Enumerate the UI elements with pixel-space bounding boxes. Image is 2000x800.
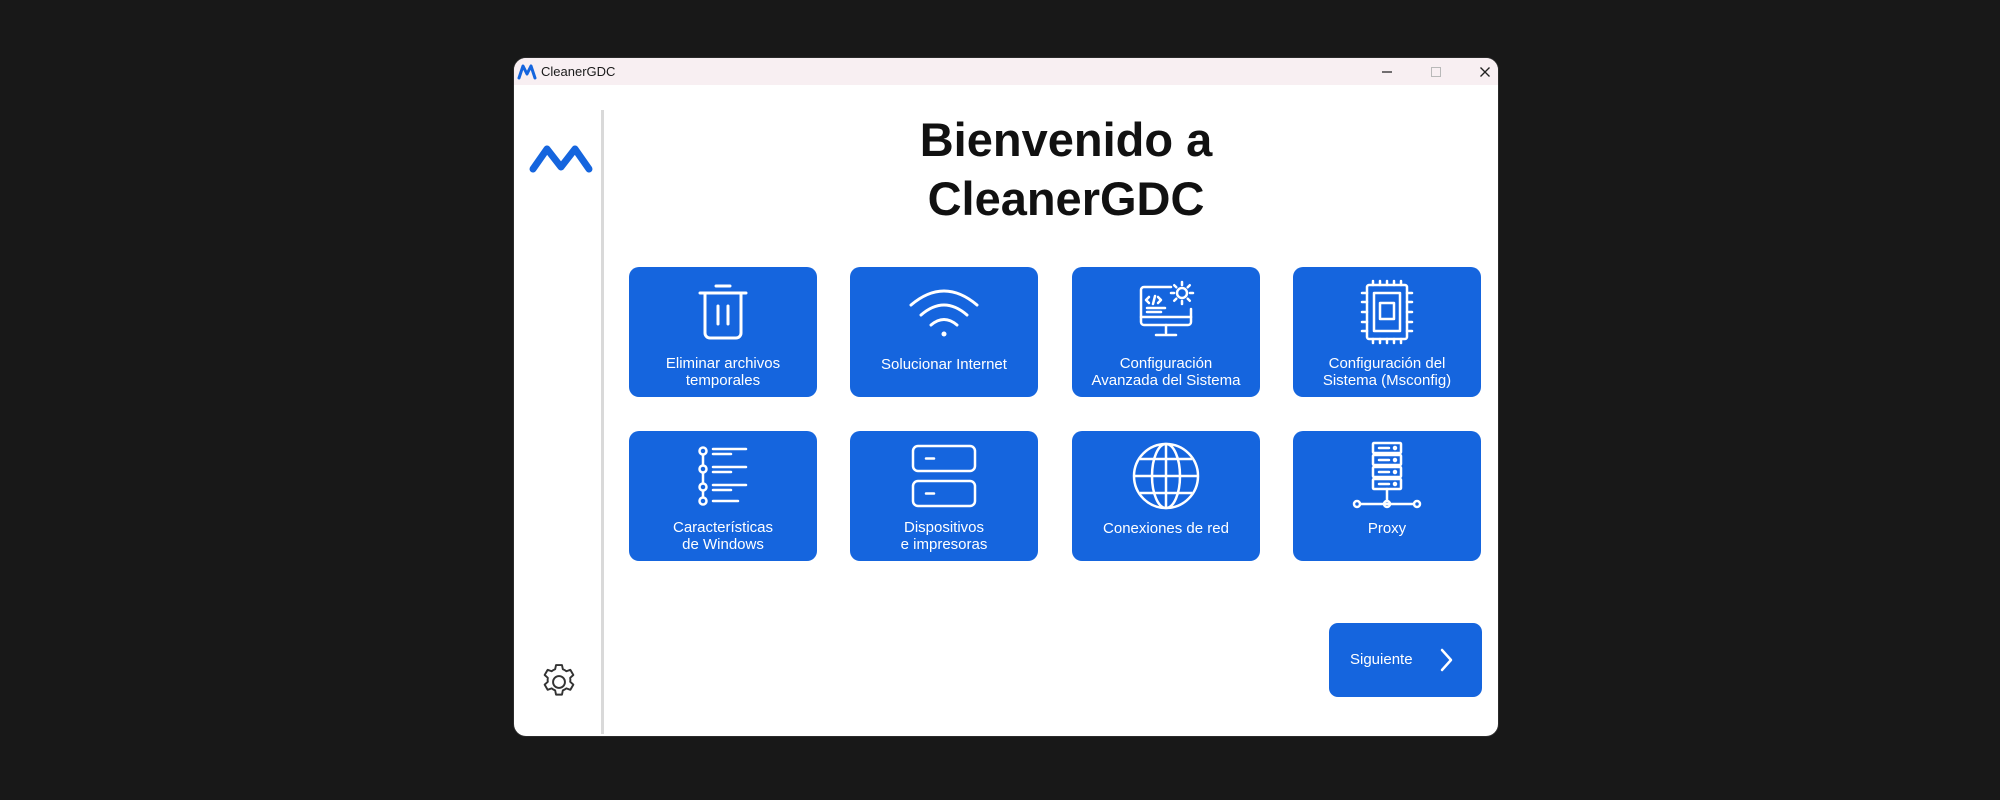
minimize-icon bbox=[1382, 70, 1392, 73]
app-logo-small-icon bbox=[517, 64, 537, 80]
minimize-button[interactable] bbox=[1364, 58, 1410, 85]
trash-icon bbox=[698, 284, 748, 340]
sidebar bbox=[514, 85, 601, 736]
globe-icon bbox=[1132, 442, 1200, 510]
tile-devices-printers[interactable]: Dispositivos e impresoras bbox=[850, 431, 1038, 561]
tile-label: Configuración del Sistema (Msconfig) bbox=[1322, 355, 1452, 389]
tile-delete-temp-files[interactable]: Eliminar archivos temporales bbox=[629, 267, 817, 397]
app-window: CleanerGDC Bienvenido a CleanerGDC Elimi… bbox=[514, 58, 1498, 736]
window-title: CleanerGDC bbox=[541, 64, 616, 79]
tile-advanced-system-config[interactable]: Configuración Avanzada del Sistema bbox=[1072, 267, 1260, 397]
tile-label: Características de Windows bbox=[672, 519, 774, 553]
tile-windows-features[interactable]: Características de Windows bbox=[629, 431, 817, 561]
tile-label: Eliminar archivos temporales bbox=[665, 355, 781, 389]
feature-list-icon bbox=[698, 446, 748, 506]
tile-label: Configuración Avanzada del Sistema bbox=[1091, 355, 1241, 389]
maximize-icon bbox=[1431, 66, 1441, 77]
cpu-chip-icon bbox=[1360, 279, 1414, 345]
tile-msconfig[interactable]: Configuración del Sistema (Msconfig) bbox=[1293, 267, 1481, 397]
app-logo-icon[interactable] bbox=[528, 142, 594, 174]
next-button[interactable]: Siguiente bbox=[1329, 623, 1482, 697]
devices-icon bbox=[911, 444, 977, 508]
maximize-button[interactable] bbox=[1413, 58, 1459, 85]
tile-fix-internet[interactable]: Solucionar Internet bbox=[850, 267, 1038, 397]
close-icon bbox=[1480, 66, 1490, 77]
server-network-icon bbox=[1352, 441, 1422, 509]
monitor-settings-icon bbox=[1139, 280, 1195, 337]
close-button[interactable] bbox=[1462, 58, 1498, 85]
title-bar[interactable]: CleanerGDC bbox=[514, 58, 1498, 85]
page-title: Bienvenido a CleanerGDC bbox=[766, 110, 1366, 228]
tile-label: Proxy bbox=[1367, 520, 1407, 537]
page-title-line1: Bienvenido a bbox=[919, 113, 1213, 166]
chevron-right-icon bbox=[1440, 648, 1453, 672]
tile-label: Conexiones de red bbox=[1103, 520, 1229, 537]
wifi-icon bbox=[909, 289, 979, 337]
tile-label: Dispositivos e impresoras bbox=[900, 519, 988, 553]
tile-network-connections[interactable]: Conexiones de red bbox=[1072, 431, 1260, 561]
page-title-line2: CleanerGDC bbox=[927, 172, 1205, 225]
tile-label: Solucionar Internet bbox=[881, 356, 1007, 373]
sidebar-divider bbox=[601, 110, 604, 734]
next-button-label: Siguiente bbox=[1350, 651, 1413, 668]
tile-proxy[interactable]: Proxy bbox=[1293, 431, 1481, 561]
gear-icon[interactable] bbox=[538, 661, 580, 703]
